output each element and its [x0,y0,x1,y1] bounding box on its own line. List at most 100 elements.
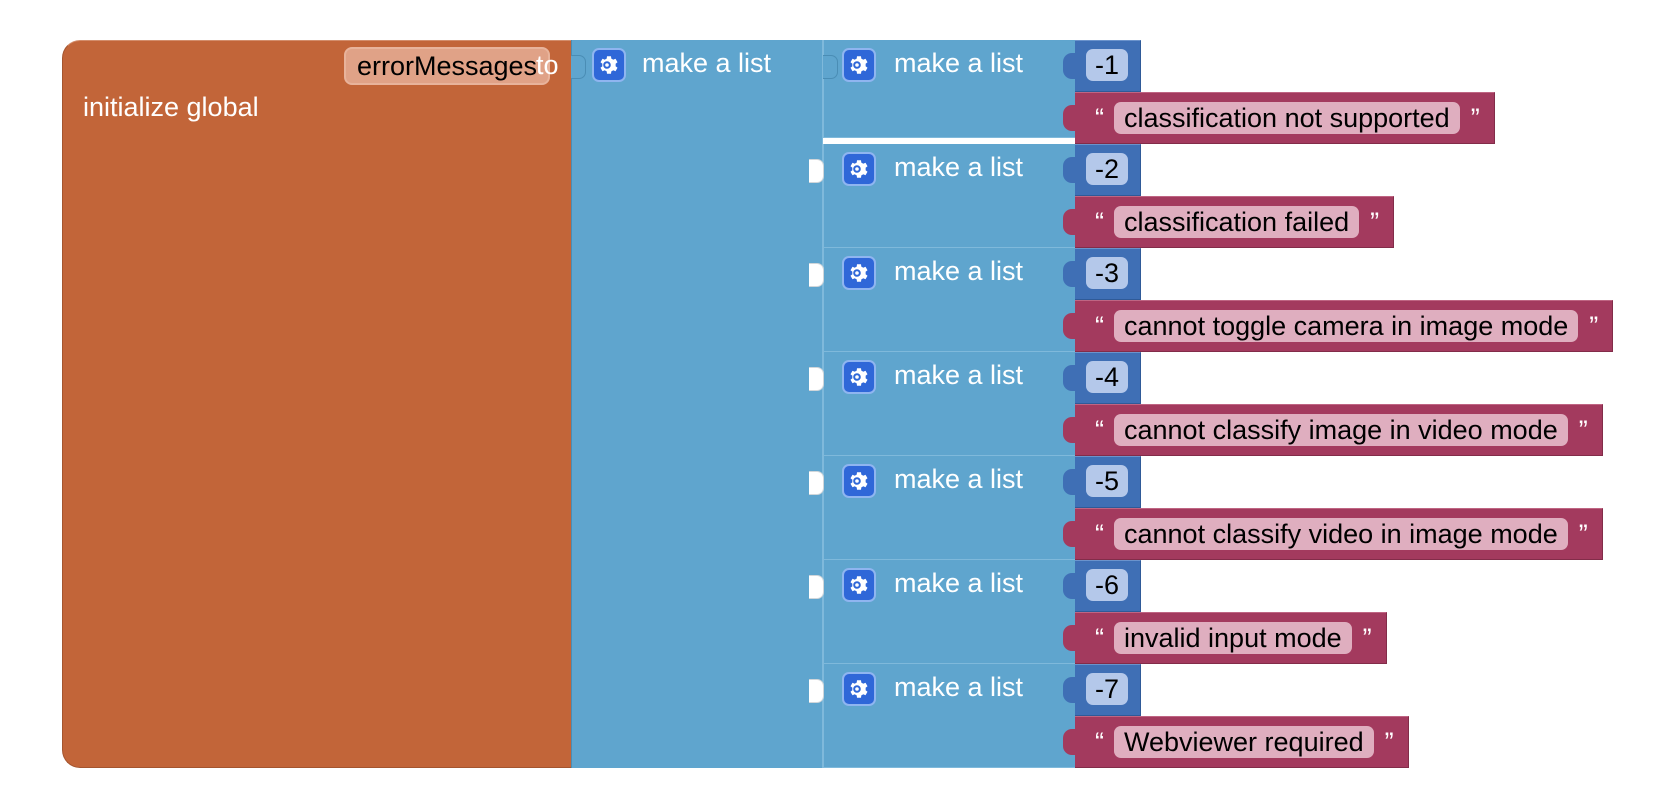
make-a-list-label: make a list [894,360,1024,390]
inner-make-a-list-block[interactable]: make a list [809,248,1075,352]
gear-icon [850,368,868,386]
number-block[interactable]: -3 [1063,248,1141,300]
gear-icon [600,56,618,74]
variable-name-field[interactable]: errorMessages [344,47,551,85]
blocks-workspace[interactable]: initialize global errorMessages to make … [0,0,1670,802]
inner-make-a-list-block[interactable]: make a list [809,456,1075,560]
close-quote: ” [1362,623,1372,653]
outer-make-a-list-label: make a list [642,48,772,78]
number-block[interactable]: -7 [1063,664,1141,716]
make-a-list-label: make a list [894,672,1024,702]
gear-icon [850,56,868,74]
number-block[interactable]: -2 [1063,144,1141,196]
mutator-gear-button[interactable] [842,48,876,82]
text-block[interactable]: “ Webviewer required ” [1063,716,1409,768]
output-connector [1063,105,1077,131]
inner-make-a-list-block[interactable]: make a list [809,144,1075,248]
make-a-list-label: make a list [894,568,1024,598]
make-a-list-label: make a list [894,48,1024,78]
number-field[interactable]: -1 [1086,49,1128,81]
mutator-gear-button[interactable] [842,360,876,394]
output-connector [1063,469,1077,495]
text-field[interactable]: Webviewer required [1114,726,1374,758]
make-a-list-label: make a list [894,464,1024,494]
mutator-gear-button[interactable] [842,152,876,186]
initialize-global-label: initialize global [83,92,259,122]
text-block[interactable]: “ cannot classify video in image mode ” [1063,508,1603,560]
close-quote: ” [1578,519,1588,549]
close-quote: ” [1384,727,1394,757]
output-connector [1063,313,1077,339]
number-field[interactable]: -2 [1086,153,1128,185]
close-quote: ” [1589,311,1599,341]
number-field[interactable]: -5 [1086,465,1128,497]
next-connector [809,471,824,495]
next-connector [809,263,824,287]
text-field[interactable]: classification not supported [1114,102,1460,134]
text-block[interactable]: “ invalid input mode ” [1063,612,1387,664]
output-connector [1063,573,1077,599]
next-connector [809,367,824,391]
text-field[interactable]: cannot toggle camera in image mode [1114,310,1579,342]
gear-icon [850,160,868,178]
text-field[interactable]: cannot classify video in image mode [1114,518,1568,550]
text-block[interactable]: “ classification not supported ” [1063,92,1495,144]
output-connector [1063,625,1077,651]
inner-make-a-list-block[interactable]: make a list [809,664,1075,768]
number-field[interactable]: -3 [1086,257,1128,289]
open-quote: “ [1095,207,1104,237]
outer-make-a-list-block[interactable]: make a list [571,40,823,768]
number-block[interactable]: -5 [1063,456,1141,508]
close-quote: ” [1578,415,1588,445]
make-a-list-label: make a list [894,152,1024,182]
output-connector [1063,53,1077,79]
text-field[interactable]: cannot classify image in video mode [1114,414,1568,446]
close-quote: ” [1370,207,1380,237]
output-connector [1063,209,1077,235]
text-field[interactable]: classification failed [1114,206,1360,238]
number-block[interactable]: -6 [1063,560,1141,612]
open-quote: “ [1095,311,1104,341]
mutator-gear-button[interactable] [842,672,876,706]
inner-make-a-list-block[interactable]: make a list [809,560,1075,664]
mutator-gear-button[interactable] [842,464,876,498]
open-quote: “ [1095,519,1104,549]
make-a-list-label: make a list [894,256,1024,286]
text-block[interactable]: “ classification failed ” [1063,196,1395,248]
mutator-gear-button[interactable] [592,48,626,82]
mutator-gear-button[interactable] [842,256,876,290]
output-connector [1063,677,1077,703]
output-connector [1063,261,1077,287]
text-field[interactable]: invalid input mode [1114,622,1352,654]
to-label: to [536,50,559,80]
number-block[interactable]: -1 [1063,40,1141,92]
output-connector [1063,521,1077,547]
next-connector [809,679,824,703]
open-quote: “ [1095,727,1104,757]
inner-make-a-list-block[interactable]: make a list [809,352,1075,456]
output-connector [1063,157,1077,183]
output-connector [1063,365,1077,391]
gear-icon [850,680,868,698]
gear-icon [850,264,868,282]
next-connector [809,575,824,599]
number-block[interactable]: -4 [1063,352,1141,404]
input-connector [823,55,838,79]
text-block[interactable]: “ cannot classify image in video mode ” [1063,404,1603,456]
gear-icon [850,472,868,490]
close-quote: ” [1470,103,1480,133]
open-quote: “ [1095,415,1104,445]
mutator-gear-button[interactable] [842,568,876,602]
number-field[interactable]: -7 [1086,673,1128,705]
output-connector [1063,417,1077,443]
gear-icon [850,576,868,594]
initialize-global-block[interactable]: initialize global errorMessages to [62,40,571,768]
input-connector [571,55,586,79]
output-connector [1063,729,1077,755]
next-connector [809,159,824,183]
number-field[interactable]: -4 [1086,361,1128,393]
text-block[interactable]: “ cannot toggle camera in image mode ” [1063,300,1614,352]
open-quote: “ [1095,623,1104,653]
number-field[interactable]: -6 [1086,569,1128,601]
inner-make-a-list-block[interactable]: make a list [823,40,1075,138]
